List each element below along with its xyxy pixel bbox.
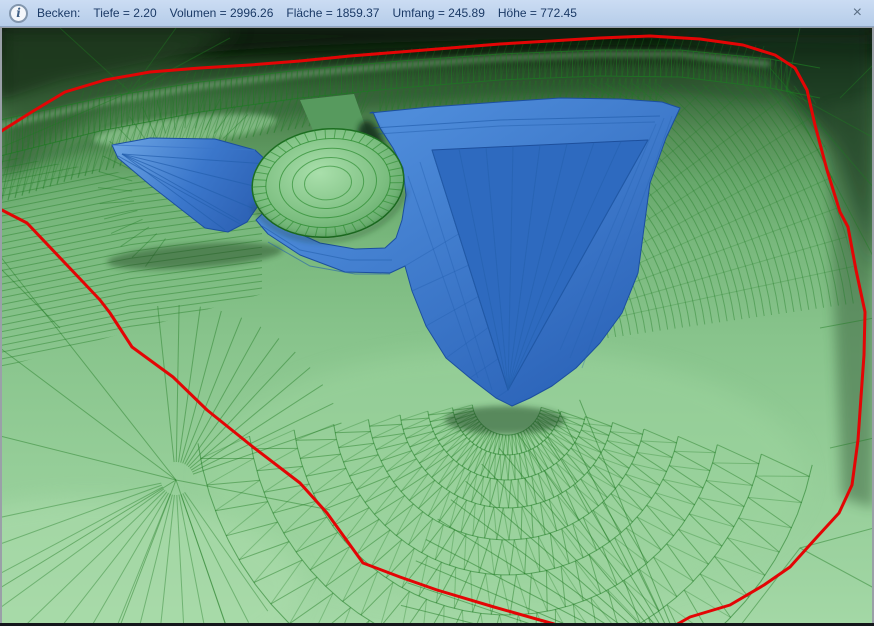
info-bar-title: Becken:	[37, 6, 80, 20]
close-icon[interactable]: ×	[850, 5, 865, 21]
metric-hoehe: Höhe = 772.45	[498, 6, 577, 20]
info-icon: i	[9, 4, 28, 23]
metric-flaeche: Fläche = 1859.37	[286, 6, 379, 20]
terrain-3d-viewport[interactable]	[0, 28, 874, 626]
info-bar: i Becken: Tiefe = 2.20 Volumen = 2996.26…	[0, 0, 874, 27]
metric-umfang: Umfang = 245.89	[392, 6, 484, 20]
metric-volumen: Volumen = 2996.26	[170, 6, 274, 20]
terrain-scene	[0, 28, 874, 626]
metric-tiefe: Tiefe = 2.20	[93, 6, 156, 20]
becken-info-window: i Becken: Tiefe = 2.20 Volumen = 2996.26…	[0, 0, 874, 626]
